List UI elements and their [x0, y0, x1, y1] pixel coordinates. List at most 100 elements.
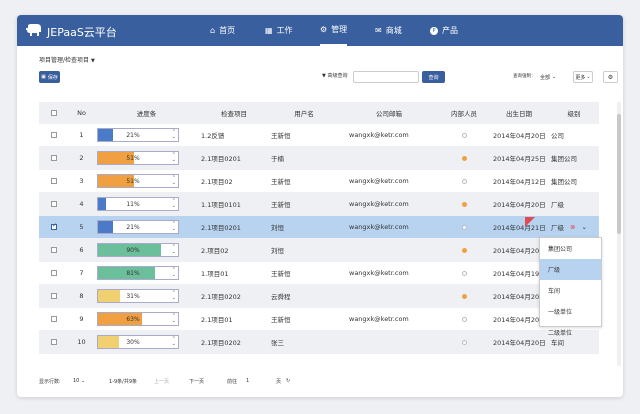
stepper-arrows-icon[interactable]: ⌃ ⌄ [172, 153, 176, 163]
row-checkbox[interactable] [39, 247, 69, 253]
internal-indicator[interactable] [461, 201, 467, 207]
stepper-arrows-icon[interactable]: ⌃ ⌄ [172, 222, 176, 232]
dropdown-option[interactable]: 车间 [540, 280, 601, 301]
table-row[interactable]: 1 21% ⌃ ⌄ 1.2反馈 王新恒 wangxk@ketr.com 2014年04月20日… [39, 124, 599, 147]
stepper-arrows-icon[interactable]: ⌃ ⌄ [172, 245, 176, 255]
internal-indicator[interactable] [461, 224, 467, 230]
row-checkbox[interactable] [39, 178, 69, 184]
page-suffix: 页 [276, 379, 282, 385]
table-row[interactable]: 10 30% ⌃ ⌄ 2.1项目0202 张三 2014年04月20日 车间 [39, 331, 599, 354]
query-button[interactable]: 查询 [422, 71, 445, 83]
vertical-scrollbar[interactable] [617, 102, 621, 366]
progress-stepper[interactable]: 11% ⌃ ⌄ [97, 197, 179, 211]
progress-stepper[interactable]: 21% ⌃ ⌄ [97, 128, 179, 142]
home-icon: ⌂ [210, 26, 216, 35]
row-checkbox[interactable] [39, 293, 69, 299]
table-row[interactable]: 9 63% ⌃ ⌄ 2.1项目01 王新恒 wangxk@ketr.com 2014年04月2… [39, 308, 599, 331]
dropdown-option[interactable]: 二级单位 [540, 322, 601, 343]
refresh-icon[interactable]: ↻ [286, 378, 290, 384]
clear-icon[interactable]: ⊗ [570, 223, 575, 231]
row-no: 5 [79, 223, 84, 231]
nav-product[interactable]: P 产品 [430, 15, 458, 46]
dropdown-option[interactable]: 厂级 [540, 259, 601, 280]
internal-indicator[interactable] [461, 316, 467, 322]
internal-indicator[interactable] [461, 155, 467, 161]
row-no: 1 [79, 131, 84, 139]
internal-indicator[interactable] [461, 270, 467, 276]
breadcrumb[interactable]: 项目管理/检查项目 ▼ [39, 55, 95, 64]
table-row[interactable]: 4 11% ⌃ ⌄ 1.1项目0101 王新恒 wangxk@ketr.com 2014年04… [39, 193, 599, 216]
table-row[interactable]: 5 21% ⌃⌄ 2.1项目0201 刘恒 wangxk@ketr.com 2014年04月… [39, 216, 599, 239]
table-header: No 进度条 检查项目 用户名 公司邮箱 内部人员 出生日期 级别 [39, 102, 599, 124]
nav-work[interactable]: ▦ 工作 [265, 15, 293, 46]
rows-select[interactable]: 10 ⌄ [73, 378, 85, 384]
internal-indicator[interactable] [461, 339, 467, 345]
stepper-arrows-icon[interactable]: ⌃ ⌄ [172, 176, 176, 186]
row-user: 王新恒 [271, 132, 291, 140]
next-page-button[interactable]: 下一页 [189, 378, 204, 385]
progress-stepper[interactable]: 30% ⌃ ⌄ [97, 335, 179, 349]
internal-indicator[interactable] [461, 132, 467, 138]
stepper-arrows-icon[interactable]: ⌃ ⌄ [172, 337, 176, 347]
table-row[interactable]: 7 81% ⌃ ⌄ 1.项目01 王新恒 wangxk@ketr.com 2014年04月19… [39, 262, 599, 285]
settings-button[interactable]: ⚙ [603, 71, 618, 83]
internal-indicator[interactable] [461, 178, 467, 184]
save-button[interactable]: ▣ 保存 [39, 71, 60, 83]
progress-stepper[interactable]: 81% ⌃ ⌄ [97, 266, 179, 280]
progress-stepper[interactable]: 21% ⌃ ⌄ [97, 220, 179, 234]
dropdown-option[interactable]: 一级单位 [540, 301, 601, 322]
progress-label: 11% [126, 200, 140, 208]
row-level: 公司 [551, 132, 564, 140]
stepper-arrows-icon[interactable]: ⌃ ⌄ [172, 130, 176, 140]
elephant-logo-icon [26, 24, 41, 36]
more-button[interactable]: 更多 ⌄ [573, 71, 593, 83]
row-user: 刘恒 [271, 224, 284, 232]
progress-stepper[interactable]: 51% ⌃ ⌄ [97, 151, 179, 165]
progress-stepper[interactable]: 63% ⌃ ⌄ [97, 312, 179, 326]
table-row[interactable]: 3 51% ⌃ ⌄ 2.1项目02 王新恒 wangxk@ketr.com 2014年04月1… [39, 170, 599, 193]
row-checkbox[interactable] [39, 222, 69, 230]
progress-label: 90% [126, 246, 140, 254]
progress-stepper[interactable]: 90% ⌃ ⌄ [97, 243, 179, 257]
progress-stepper[interactable]: 51% ⌃ ⌄ [97, 174, 179, 188]
scrollbar-thumb[interactable] [617, 114, 621, 234]
funnel-icon: ▼ [322, 73, 326, 79]
nav-label: 商城 [385, 26, 402, 35]
stepper-arrows-icon[interactable]: ⌃ ⌄ [172, 314, 176, 324]
row-checkbox[interactable] [39, 270, 69, 276]
row-item: 2.1项目0201 [201, 224, 241, 232]
chevron-down-icon: ⌄ [581, 223, 587, 231]
page-input[interactable]: 1 [246, 378, 249, 384]
table-row[interactable]: 2 51% ⌃ ⌄ 2.1项目0201 于楠 2014年04月25日 集团公司 [39, 147, 599, 170]
row-checkbox[interactable] [39, 155, 69, 161]
gear-icon: ⚙ [607, 73, 614, 81]
search-input[interactable] [353, 71, 419, 83]
row-no: 4 [79, 200, 84, 208]
nav-manage[interactable]: ⚙ 管理 [320, 15, 348, 46]
nav-label: 管理 [331, 25, 348, 34]
stepper-arrows-icon[interactable]: ⌃ ⌄ [172, 199, 176, 209]
row-level: 集团公司 [551, 155, 577, 163]
nav-home[interactable]: ⌂ 首页 [210, 15, 235, 46]
row-checkbox[interactable] [39, 201, 69, 207]
filter-select[interactable]: 全部 ⌄ [540, 71, 562, 83]
select-all-checkbox[interactable] [39, 110, 69, 116]
advanced-search-label[interactable]: ▼ 高级查询 [322, 72, 347, 79]
table-row[interactable]: 8 31% ⌃ ⌄ 2.1项目0202 云舜程 2014年04月20日 [39, 285, 599, 308]
nav-mall[interactable]: ✉ 商城 [375, 15, 402, 46]
row-item: 2.1项目02 [201, 178, 233, 186]
row-checkbox[interactable] [39, 316, 69, 322]
stepper-arrows-icon[interactable]: ⌃ ⌄ [172, 291, 176, 301]
row-no: 9 [79, 315, 84, 323]
level-select[interactable]: 厂级 ⊗ ⌄ [551, 222, 599, 232]
row-checkbox[interactable] [39, 339, 69, 345]
row-level: 集团公司 [551, 178, 577, 186]
stepper-arrows-icon[interactable]: ⌃ ⌄ [172, 268, 176, 278]
dropdown-option[interactable]: 集团公司 [540, 238, 601, 259]
internal-indicator[interactable] [461, 247, 467, 253]
prev-page-button[interactable]: 上一页 [154, 378, 169, 385]
internal-indicator[interactable] [461, 293, 467, 299]
row-checkbox[interactable] [39, 132, 69, 138]
table-row[interactable]: 6 90% ⌃ ⌄ 2.项目02 刘恒 2014年04月20日 [39, 239, 599, 262]
progress-stepper[interactable]: 31% ⌃ ⌄ [97, 289, 179, 303]
